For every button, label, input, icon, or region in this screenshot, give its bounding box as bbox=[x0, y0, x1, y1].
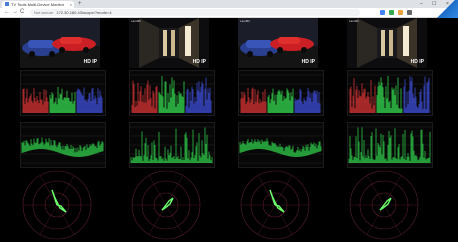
browser-toolbar: ← → C Not secure 172.30.180.43/scope/?mod… bbox=[0, 8, 458, 18]
vectorscope-graticule bbox=[131, 170, 201, 240]
extension-icon[interactable] bbox=[380, 10, 385, 15]
waveform-scope[interactable] bbox=[129, 122, 215, 168]
browser-tab[interactable]: TV Tools Multi-Device Monitor × bbox=[2, 1, 74, 8]
rgb-parade-trace bbox=[130, 74, 214, 113]
monitor-column-4: Landfill HD IP bbox=[327, 18, 437, 242]
video-preview[interactable]: HD IP bbox=[20, 18, 100, 68]
rgb-parade-scope[interactable] bbox=[238, 70, 324, 116]
waveform-trace bbox=[348, 126, 432, 164]
vectorscope-trace bbox=[161, 197, 174, 211]
forward-button[interactable]: → bbox=[12, 8, 18, 17]
tab-title: TV Tools Multi-Device Monitor bbox=[11, 2, 65, 7]
vectorscope[interactable] bbox=[238, 168, 312, 242]
hd-ip-badge: HD IP bbox=[83, 59, 97, 65]
browser-tab-bar: TV Tools Multi-Device Monitor × + – ☐ × bbox=[0, 0, 458, 8]
vectorscope-graticule bbox=[349, 170, 419, 240]
waveform-scope[interactable] bbox=[347, 122, 433, 168]
reload-button[interactable]: C bbox=[20, 8, 24, 17]
security-indicator[interactable]: Not secure bbox=[34, 10, 53, 15]
menu-icon[interactable] bbox=[407, 10, 412, 15]
video-source-label: Landfill bbox=[240, 19, 250, 23]
url-text: 172.30.180.43/scope/?mode=4 bbox=[56, 10, 112, 15]
favicon-icon bbox=[5, 2, 9, 6]
address-bar[interactable]: Not secure 172.30.180.43/scope/?mode=4 bbox=[30, 9, 360, 16]
new-tab-button[interactable]: + bbox=[78, 0, 82, 8]
monitor-column-2: Landfill HD IP bbox=[109, 18, 219, 242]
hd-ip-badge: HD IP bbox=[410, 59, 424, 65]
minimize-button[interactable]: – bbox=[420, 0, 423, 8]
vectorscope-graticule bbox=[240, 170, 310, 240]
rgb-parade-scope[interactable] bbox=[129, 70, 215, 116]
monitor-viewport: HD IP Landfill HD IP Landfill HD IP Land… bbox=[0, 18, 458, 242]
rgb-parade-trace bbox=[239, 74, 323, 113]
waveform-trace bbox=[239, 126, 323, 164]
waveform-scope[interactable] bbox=[238, 122, 324, 168]
waveform-trace bbox=[130, 126, 214, 164]
hd-ip-badge: HD IP bbox=[301, 59, 315, 65]
video-source-label: Landfill bbox=[131, 19, 141, 23]
bookmark-icon[interactable] bbox=[389, 10, 394, 15]
hd-ip-badge: HD IP bbox=[192, 59, 206, 65]
rgb-parade-scope[interactable] bbox=[20, 70, 106, 116]
vectorscope[interactable] bbox=[347, 168, 421, 242]
video-preview[interactable]: Landfill HD IP bbox=[238, 18, 318, 68]
vectorscope-trace bbox=[379, 197, 392, 211]
video-source-label: Landfill bbox=[349, 19, 359, 23]
vectorscope-graticule bbox=[22, 170, 92, 240]
monitor-column-3: Landfill HD IP bbox=[218, 18, 328, 242]
profile-icon[interactable] bbox=[398, 10, 403, 15]
video-preview[interactable]: Landfill HD IP bbox=[129, 18, 209, 68]
waveform-trace bbox=[21, 126, 105, 164]
vectorscope[interactable] bbox=[20, 168, 94, 242]
back-button[interactable]: ← bbox=[4, 8, 10, 17]
vectorscope[interactable] bbox=[129, 168, 203, 242]
rgb-parade-trace bbox=[21, 74, 105, 113]
rgb-parade-scope[interactable] bbox=[347, 70, 433, 116]
monitor-column-1: HD IP bbox=[0, 18, 110, 242]
waveform-scope[interactable] bbox=[20, 122, 106, 168]
tab-close-icon[interactable]: × bbox=[70, 1, 72, 8]
rgb-parade-trace bbox=[348, 74, 432, 113]
video-preview[interactable]: Landfill HD IP bbox=[347, 18, 427, 68]
